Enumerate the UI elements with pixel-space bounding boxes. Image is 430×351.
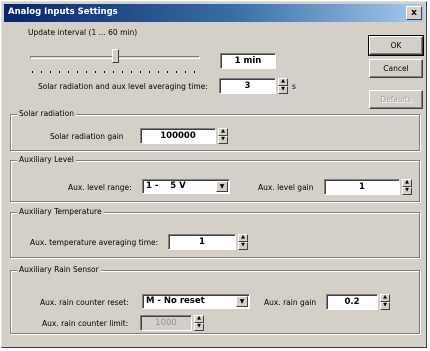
slider-tick [113, 71, 114, 73]
aux-level-range-label: Aux. level range: [68, 183, 132, 192]
solar-gain-field[interactable]: 100000 [140, 128, 216, 144]
aux-rain-limit-field: 1000 [140, 315, 192, 331]
update-interval-value[interactable]: 1 min [220, 53, 276, 69]
aux-rain-gain-label: Aux. rain gain [264, 298, 317, 307]
averaging-time-unit: s [292, 82, 296, 91]
solar-gain-label: Solar radiation gain [50, 132, 124, 141]
slider-tick [176, 71, 177, 73]
slider-tick [167, 71, 168, 73]
ok-button[interactable]: OK [368, 35, 424, 56]
aux-rain-reset-label: Aux. rain counter reset: [40, 298, 129, 307]
slider-tick [86, 71, 87, 73]
aux-rain-reset-value: M - No reset [146, 296, 205, 306]
aux-level-gain-label: Aux. level gain [258, 183, 314, 192]
slider-tick [95, 71, 96, 73]
dialog-title: Analog Inputs Settings [8, 7, 118, 17]
analog-inputs-dialog: Analog Inputs Settings x Update interval… [1, 1, 427, 348]
aux-rain-reset-select[interactable]: M - No reset ▼ [142, 294, 250, 309]
auxiliary-rain-group-title: Auxiliary Rain Sensor [17, 265, 101, 274]
slider-tick [122, 71, 123, 73]
slider-tick [77, 71, 78, 73]
averaging-time-label: Solar radiation and aux level averaging … [38, 82, 208, 91]
aux-level-range-value: 1 - 5 V [146, 181, 186, 191]
slider-tick [41, 71, 42, 73]
aux-rain-limit-label: Aux. rain counter limit: [42, 319, 129, 328]
cancel-button[interactable]: Cancel [369, 59, 423, 78]
aux-level-range-select[interactable]: 1 - 5 V ▼ [142, 179, 230, 194]
auxiliary-level-group-title: Auxiliary Level [17, 155, 76, 164]
aux-temp-averaging-spinner[interactable]: ▲ ▼ [238, 234, 248, 250]
auxiliary-temperature-group-title: Auxiliary Temperature [17, 207, 104, 216]
chevron-down-icon[interactable]: ▼ [236, 296, 248, 307]
title-bar[interactable]: Analog Inputs Settings x [4, 4, 424, 22]
averaging-time-spinner[interactable]: ▲ ▼ [278, 78, 288, 94]
slider-tick [59, 71, 60, 73]
close-button[interactable]: x [406, 6, 422, 20]
slider-tick [32, 71, 33, 73]
aux-temp-averaging-label: Aux. temperature averaging time: [30, 238, 159, 247]
defaults-button: Defaults [369, 90, 423, 109]
averaging-time-field[interactable]: 3 [219, 78, 276, 94]
aux-level-gain-field[interactable]: 1 [324, 179, 400, 195]
slider-tick [68, 71, 69, 73]
update-interval-slider-thumb[interactable] [112, 49, 119, 63]
slider-tick [50, 71, 51, 73]
slider-tick [131, 71, 132, 73]
aux-rain-limit-spinner: ▲ ▼ [194, 315, 204, 331]
aux-rain-gain-spinner[interactable]: ▲ ▼ [380, 294, 390, 310]
solar-gain-spinner[interactable]: ▲ ▼ [218, 128, 228, 144]
solar-radiation-group-title: Solar radiation [17, 109, 76, 118]
slider-tick [158, 71, 159, 73]
slider-tick [185, 71, 186, 73]
aux-level-gain-spinner[interactable]: ▲ ▼ [402, 179, 412, 195]
slider-tick [140, 71, 141, 73]
aux-temp-averaging-field[interactable]: 1 [168, 234, 236, 250]
update-interval-label: Update interval (1 ... 60 min) [28, 28, 138, 37]
chevron-down-icon[interactable]: ▼ [216, 181, 228, 192]
slider-tick [104, 71, 105, 73]
slider-tick [149, 71, 150, 73]
slider-tick [194, 71, 195, 73]
aux-rain-gain-field[interactable]: 0.2 [326, 294, 378, 310]
